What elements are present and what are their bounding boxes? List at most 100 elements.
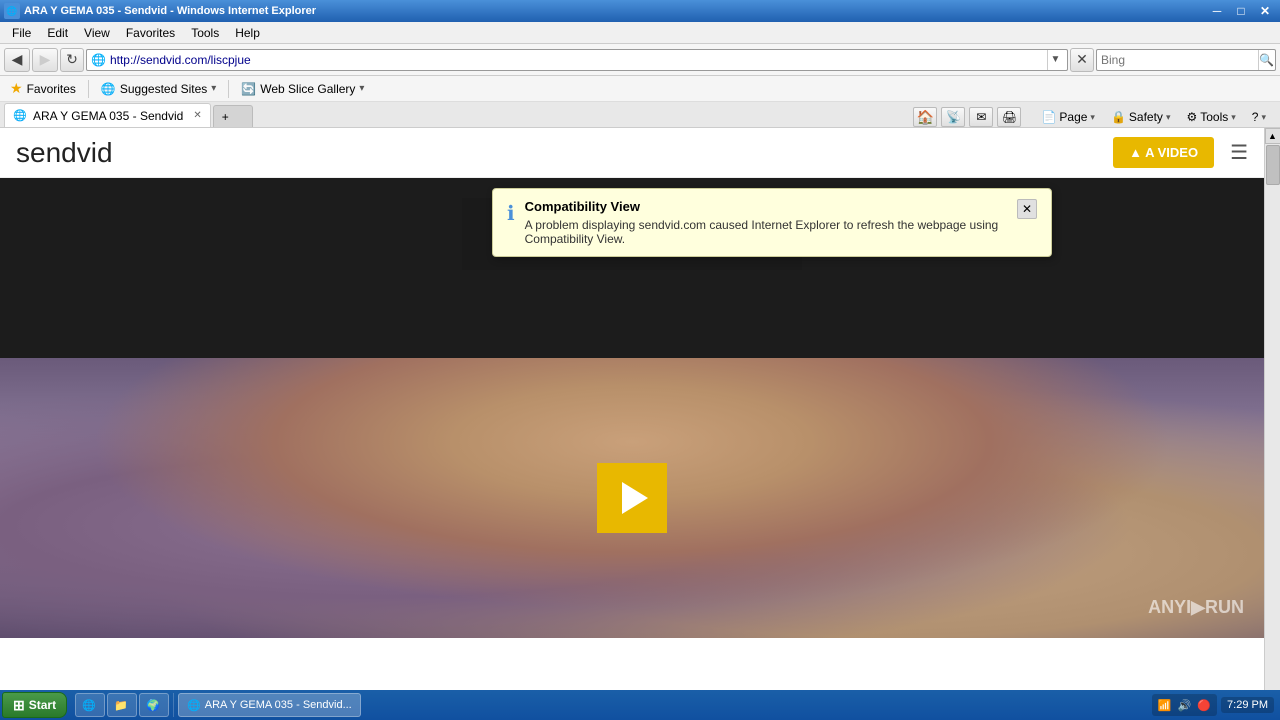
search-go-button[interactable]: 🔍 [1258, 50, 1274, 70]
new-tab[interactable]: + [213, 105, 253, 127]
menu-tools[interactable]: Tools [183, 24, 227, 42]
tools-arrow-icon: ▾ [1231, 112, 1236, 123]
title-bar: 🌐 ARA Y GEMA 035 - Sendvid - Windows Int… [0, 0, 1280, 22]
page-label: Page [1059, 110, 1087, 124]
browser-icon: 🌐 [4, 3, 20, 19]
favorites-button[interactable]: ★ Favorites [6, 78, 80, 99]
compatibility-notification: ℹ Compatibility View A problem displayin… [492, 188, 1052, 257]
web-slice-gallery-button[interactable]: 🔄 Web Slice Gallery ▾ [237, 80, 368, 98]
safety-label: Safety [1129, 110, 1163, 124]
quick-launch-ie[interactable]: 🌐 [75, 693, 105, 717]
security-tray-icon: 🔴 [1197, 699, 1211, 712]
menu-favorites[interactable]: Favorites [118, 24, 183, 42]
forward-button[interactable]: ▶ [32, 48, 58, 72]
page-wrapper: sendvid ▲ A VIDEO ☰ upgrading to a web b… [0, 128, 1280, 720]
page-button[interactable]: 📄 Page ▾ [1035, 107, 1101, 127]
refresh-button[interactable]: ↻ [60, 48, 84, 72]
quick-launch-chrome[interactable]: 🌍 [139, 693, 169, 717]
print-button[interactable]: 🖨 [997, 107, 1021, 127]
safety-arrow-icon: ▾ [1166, 112, 1171, 123]
header-actions: ▲ A VIDEO ☰ [1113, 137, 1248, 168]
sendvid-logo: sendvid [16, 137, 113, 169]
menu-help[interactable]: Help [227, 24, 268, 42]
menu-file[interactable]: File [4, 24, 39, 42]
play-icon [622, 482, 648, 514]
separator [88, 80, 89, 98]
upload-label: ▲ A VIDEO [1129, 145, 1198, 160]
tools-icon: ⚙ [1186, 110, 1197, 124]
suggested-sites-button[interactable]: 🌐 Suggested Sites ▾ [97, 80, 220, 98]
scroll-thumb[interactable] [1266, 145, 1280, 185]
system-tray: 📶 🔊 🔴 7:29 PM [1148, 694, 1278, 716]
home-button[interactable]: 🏠 [913, 107, 937, 127]
system-clock: 7:29 PM [1221, 697, 1274, 713]
help-icon: ? [1252, 110, 1259, 124]
menu-view[interactable]: View [76, 24, 118, 42]
taskbar-separator [173, 693, 174, 717]
sound-icon: 🔊 [1178, 699, 1192, 712]
scroll-track[interactable] [1265, 144, 1280, 704]
title-bar-left: 🌐 ARA Y GEMA 035 - Sendvid - Windows Int… [4, 3, 316, 19]
upload-button[interactable]: ▲ A VIDEO [1113, 137, 1214, 168]
search-bar: 🔍 [1096, 49, 1276, 71]
hamburger-menu-icon[interactable]: ☰ [1230, 140, 1248, 165]
play-button[interactable] [597, 463, 667, 533]
scroll-up-button[interactable]: ▲ [1265, 128, 1280, 144]
new-tab-icon: + [222, 110, 229, 124]
quick-launch-folder[interactable]: 📁 [107, 693, 137, 717]
compat-info-icon: ℹ [507, 201, 515, 226]
address-input[interactable] [110, 53, 1043, 67]
stop-button[interactable]: ✕ [1070, 48, 1094, 72]
safety-button[interactable]: 🔒 Safety ▾ [1105, 107, 1177, 127]
close-button[interactable]: ✕ [1254, 2, 1276, 20]
sendvid-header: sendvid ▲ A VIDEO ☰ [0, 128, 1264, 178]
title-bar-buttons: ─ □ ✕ [1206, 2, 1276, 20]
video-thumbnail [0, 358, 1264, 638]
compat-close-button[interactable]: ✕ [1017, 199, 1037, 219]
favorites-label: Favorites [27, 82, 76, 96]
feeds-button[interactable]: 📡 [941, 107, 965, 127]
nav-bar: ◀ ▶ ↻ 🌐 ▼ ✕ 🔍 [0, 44, 1280, 76]
maximize-button[interactable]: □ [1230, 2, 1252, 20]
start-label: Start [29, 698, 56, 712]
chevron-down-icon: ▾ [211, 83, 216, 94]
address-icon: 🌐 [91, 53, 106, 67]
address-dropdown-button[interactable]: ▼ [1047, 50, 1063, 70]
browser-window: 🌐 ARA Y GEMA 035 - Sendvid - Windows Int… [0, 0, 1280, 720]
vertical-scrollbar[interactable]: ▲ ▼ [1264, 128, 1280, 720]
windows-icon: ⊞ [13, 697, 25, 714]
notification-area: 📶 🔊 🔴 [1152, 694, 1217, 716]
folder-quick-icon: 📁 [114, 699, 128, 712]
web-slice-label: Web Slice Gallery [260, 82, 355, 96]
tab-title: ARA Y GEMA 035 - Sendvid [33, 109, 183, 123]
ie-icon: 🌐 [101, 82, 116, 96]
tab-close-button[interactable]: ✕ [193, 110, 201, 121]
compat-description: A problem displaying sendvid.com caused … [525, 218, 1007, 246]
separator-2 [228, 80, 229, 98]
help-button[interactable]: ? ▾ [1246, 107, 1272, 127]
page-icon: 📄 [1041, 110, 1056, 124]
favorites-bar: ★ Favorites 🌐 Suggested Sites ▾ 🔄 Web Sl… [0, 76, 1280, 102]
active-tab[interactable]: 🌐 ARA Y GEMA 035 - Sendvid ✕ [4, 103, 211, 127]
anyirun-watermark: ANYI▶RUN [1148, 597, 1244, 618]
taskbar-ie-window[interactable]: 🌐 ARA Y GEMA 035 - Sendvid... [178, 693, 361, 717]
safety-icon: 🔒 [1111, 110, 1126, 124]
tools-button[interactable]: ⚙ Tools ▾ [1180, 107, 1241, 127]
start-button[interactable]: ⊞ Start [2, 692, 67, 718]
search-input[interactable] [1101, 53, 1256, 67]
address-bar: 🌐 ▼ [86, 49, 1068, 71]
tab-bar: 🌐 ARA Y GEMA 035 - Sendvid ✕ + 🏠 📡 ✉ 🖨 📄… [0, 102, 1280, 128]
taskbar-ie-label: ARA Y GEMA 035 - Sendvid... [205, 699, 352, 711]
compat-text-area: Compatibility View A problem displaying … [525, 199, 1007, 246]
chevron-down-icon-2: ▾ [359, 83, 364, 94]
tab-favicon: 🌐 [13, 109, 27, 123]
menu-edit[interactable]: Edit [39, 24, 76, 42]
help-arrow-icon: ▾ [1261, 112, 1266, 123]
mail-button[interactable]: ✉ [969, 107, 993, 127]
star-icon: ★ [10, 80, 23, 97]
back-button[interactable]: ◀ [4, 48, 30, 72]
menu-bar: File Edit View Favorites Tools Help [0, 22, 1280, 44]
sendvid-page: sendvid ▲ A VIDEO ☰ upgrading to a web b… [0, 128, 1264, 720]
web-slice-icon: 🔄 [241, 82, 256, 96]
minimize-button[interactable]: ─ [1206, 2, 1228, 20]
